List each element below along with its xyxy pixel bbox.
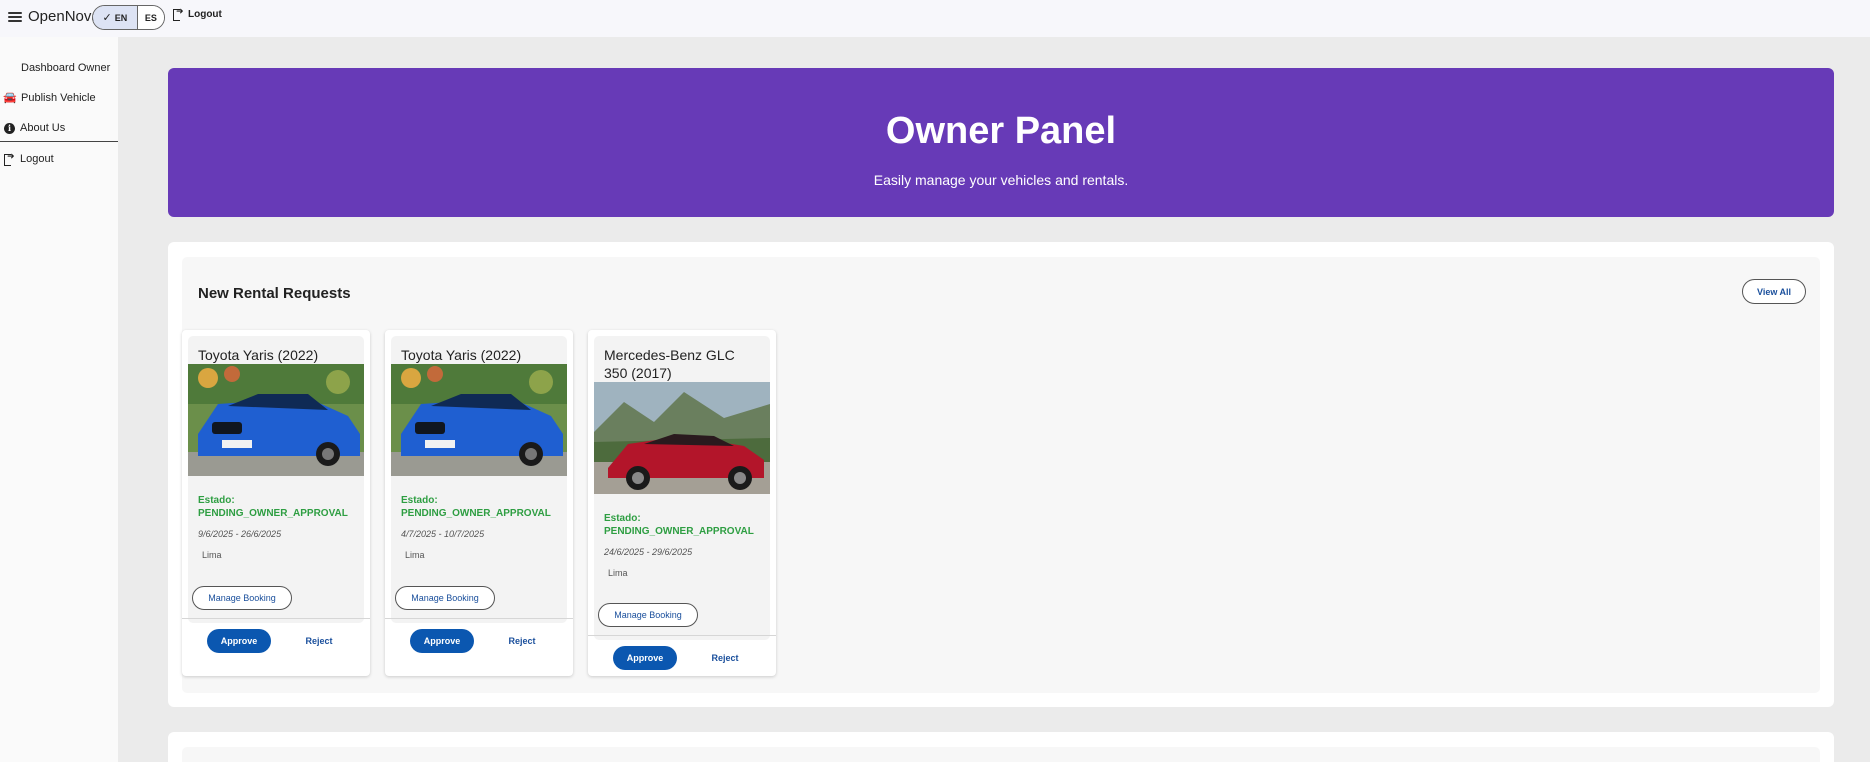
approve-button[interactable]: Approve — [207, 629, 271, 653]
top-bar: OpenNova ✓ EN ES Logout — [0, 0, 1870, 37]
lang-en-button[interactable]: ✓ EN — [93, 6, 138, 29]
booking-dates: 9/6/2025 - 26/6/2025 — [198, 529, 282, 539]
sidebar-item-dashboard-owner[interactable]: Dashboard Owner — [4, 62, 110, 74]
booking-dates: 4/7/2025 - 10/7/2025 — [401, 529, 485, 539]
lang-es-button[interactable]: ES — [137, 6, 164, 29]
vehicle-image — [188, 364, 364, 476]
reject-button[interactable]: Reject — [299, 629, 339, 653]
lang-en-label: EN — [114, 12, 128, 23]
card-content: Toyota Yaris (2022) Estado: PENDING_OWNE… — [391, 336, 567, 623]
section-title: New Rental Requests — [198, 285, 351, 302]
rental-request-card: Toyota Yaris (2022) Estado: PENDING_OWNE… — [385, 330, 573, 676]
sidebar-item-about-us[interactable]: i About Us — [4, 122, 65, 134]
sidebar-item-logout[interactable]: Logout — [4, 151, 54, 166]
sidebar-item-publish-vehicle[interactable]: 🚘 Publish Vehicle — [3, 91, 96, 104]
status-value: PENDING_OWNER_APPROVAL — [401, 508, 551, 519]
dashboard-icon — [4, 62, 16, 74]
sidebar: Dashboard Owner 🚘 Publish Vehicle i Abou… — [0, 37, 118, 762]
sidebar-item-label: About Us — [20, 122, 66, 134]
top-logout-button[interactable]: Logout — [173, 6, 222, 21]
next-section — [182, 747, 1820, 762]
status-label: Estado: — [604, 513, 641, 524]
card-divider — [385, 618, 573, 619]
logout-icon — [173, 6, 184, 21]
vehicle-image — [594, 382, 770, 494]
check-icon: ✓ — [102, 12, 112, 24]
manage-booking-button[interactable]: Manage Booking — [598, 603, 698, 627]
hero-banner: Owner Panel Easily manage your vehicles … — [168, 68, 1834, 217]
language-toggle: ✓ EN ES — [92, 5, 165, 30]
page-subtitle: Easily manage your vehicles and rentals. — [873, 172, 1129, 188]
reject-button[interactable]: Reject — [705, 646, 745, 670]
vehicle-title: Toyota Yaris (2022) — [198, 347, 319, 363]
app-title: OpenNova — [28, 8, 100, 25]
manage-booking-button[interactable]: Manage Booking — [192, 586, 292, 610]
booking-location: Lima — [405, 550, 425, 560]
sidebar-item-label: Publish Vehicle — [21, 92, 96, 104]
approve-button[interactable]: Approve — [613, 646, 677, 670]
card-divider — [182, 618, 370, 619]
card-divider — [588, 635, 776, 636]
sidebar-divider — [0, 141, 118, 142]
status-value: PENDING_OWNER_APPROVAL — [604, 526, 754, 537]
status-value: PENDING_OWNER_APPROVAL — [198, 508, 348, 519]
sidebar-item-label: Logout — [20, 153, 54, 165]
card-content: Toyota Yaris (2022) Estado: PENDING_OWNE… — [188, 336, 364, 623]
vehicle-title: Mercedes-Benz GLC 350 (2017) — [604, 347, 735, 381]
next-panel — [168, 732, 1834, 762]
lang-es-label: ES — [144, 12, 157, 23]
reject-button[interactable]: Reject — [502, 629, 542, 653]
hamburger-menu-icon[interactable] — [8, 10, 22, 24]
vehicle-title: Toyota Yaris (2022) — [401, 347, 522, 363]
booking-location: Lima — [608, 568, 628, 578]
vehicle-image — [391, 364, 567, 476]
rental-request-card: Mercedes-Benz GLC 350 (2017) Estado: PEN… — [588, 330, 776, 676]
manage-booking-button[interactable]: Manage Booking — [395, 586, 495, 610]
card-content: Mercedes-Benz GLC 350 (2017) Estado: PEN… — [594, 336, 770, 640]
info-icon: i — [4, 122, 15, 134]
booking-location: Lima — [202, 550, 222, 560]
car-icon: 🚘 — [3, 91, 17, 104]
rental-requests-panel: New Rental Requests View All Toyota Yari… — [168, 242, 1834, 707]
logout-icon — [4, 151, 15, 166]
rental-request-card: Toyota Yaris (2022) Estado: PENDING_OWNE… — [182, 330, 370, 676]
status-label: Estado: — [198, 495, 235, 506]
approve-button[interactable]: Approve — [410, 629, 474, 653]
booking-dates: 24/6/2025 - 29/6/2025 — [604, 547, 693, 557]
status-label: Estado: — [401, 495, 438, 506]
rental-requests-section: New Rental Requests View All Toyota Yari… — [182, 257, 1820, 693]
top-logout-label: Logout — [188, 9, 222, 20]
page-title: Owner Panel — [885, 110, 1117, 152]
sidebar-item-label: Dashboard Owner — [21, 62, 111, 74]
view-all-button[interactable]: View All — [1742, 279, 1806, 304]
